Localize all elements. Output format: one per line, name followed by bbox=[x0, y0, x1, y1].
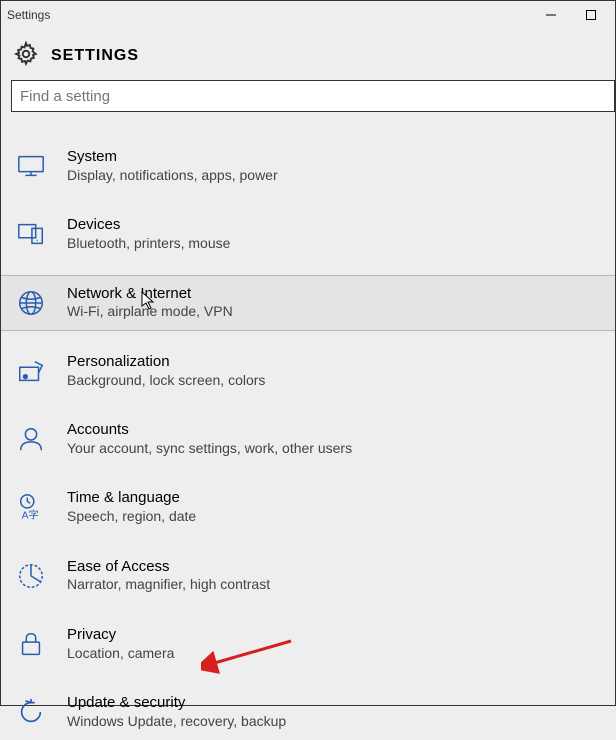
gear-icon bbox=[13, 41, 39, 70]
item-desc: Display, notifications, apps, power bbox=[67, 167, 278, 185]
item-ease[interactable]: Ease of Access Narrator, magnifier, high… bbox=[1, 548, 615, 604]
item-desc: Windows Update, recovery, backup bbox=[67, 713, 286, 731]
item-desc: Background, lock screen, colors bbox=[67, 372, 265, 390]
item-title: Time & language bbox=[67, 489, 196, 508]
minimize-button[interactable] bbox=[531, 1, 571, 29]
item-title: Network & Internet bbox=[67, 285, 233, 304]
settings-list: System Display, notifications, apps, pow… bbox=[1, 138, 615, 740]
titlebar: Settings bbox=[1, 1, 615, 29]
item-desc: Narrator, magnifier, high contrast bbox=[67, 576, 270, 594]
item-privacy[interactable]: Privacy Location, camera bbox=[1, 616, 615, 672]
devices-icon bbox=[15, 218, 47, 250]
item-title: Ease of Access bbox=[67, 558, 270, 577]
item-title: Personalization bbox=[67, 353, 265, 372]
item-desc: Location, camera bbox=[67, 645, 174, 663]
paint-icon bbox=[15, 355, 47, 387]
page-title: SETTINGS bbox=[51, 47, 139, 65]
item-network[interactable]: Network & Internet Wi-Fi, airplane mode,… bbox=[1, 275, 615, 331]
item-title: System bbox=[67, 148, 278, 167]
item-desc: Bluetooth, printers, mouse bbox=[67, 235, 230, 253]
item-title: Privacy bbox=[67, 626, 174, 645]
item-accounts[interactable]: Accounts Your account, sync settings, wo… bbox=[1, 411, 615, 467]
item-personalization[interactable]: Personalization Background, lock screen,… bbox=[1, 343, 615, 399]
page-header: SETTINGS bbox=[1, 29, 615, 80]
display-icon bbox=[15, 150, 47, 182]
svg-text:A字: A字 bbox=[22, 509, 39, 522]
lock-icon bbox=[15, 628, 47, 660]
globe-icon bbox=[15, 287, 47, 319]
maximize-button[interactable] bbox=[571, 1, 611, 29]
item-desc: Speech, region, date bbox=[67, 508, 196, 526]
search-input[interactable] bbox=[11, 80, 615, 112]
item-desc: Your account, sync settings, work, other… bbox=[67, 440, 352, 458]
window-title: Settings bbox=[5, 8, 50, 22]
item-time[interactable]: A字 Time & language Speech, region, date bbox=[1, 479, 615, 535]
item-devices[interactable]: Devices Bluetooth, printers, mouse bbox=[1, 206, 615, 262]
time-language-icon: A字 bbox=[15, 491, 47, 523]
ease-of-access-icon bbox=[15, 560, 47, 592]
item-system[interactable]: System Display, notifications, apps, pow… bbox=[1, 138, 615, 194]
item-update[interactable]: Update & security Windows Update, recove… bbox=[1, 684, 615, 740]
item-title: Devices bbox=[67, 216, 230, 235]
item-desc: Wi-Fi, airplane mode, VPN bbox=[67, 303, 233, 321]
update-icon bbox=[15, 696, 47, 728]
item-title: Accounts bbox=[67, 421, 352, 440]
user-icon bbox=[15, 423, 47, 455]
item-title: Update & security bbox=[67, 694, 286, 713]
